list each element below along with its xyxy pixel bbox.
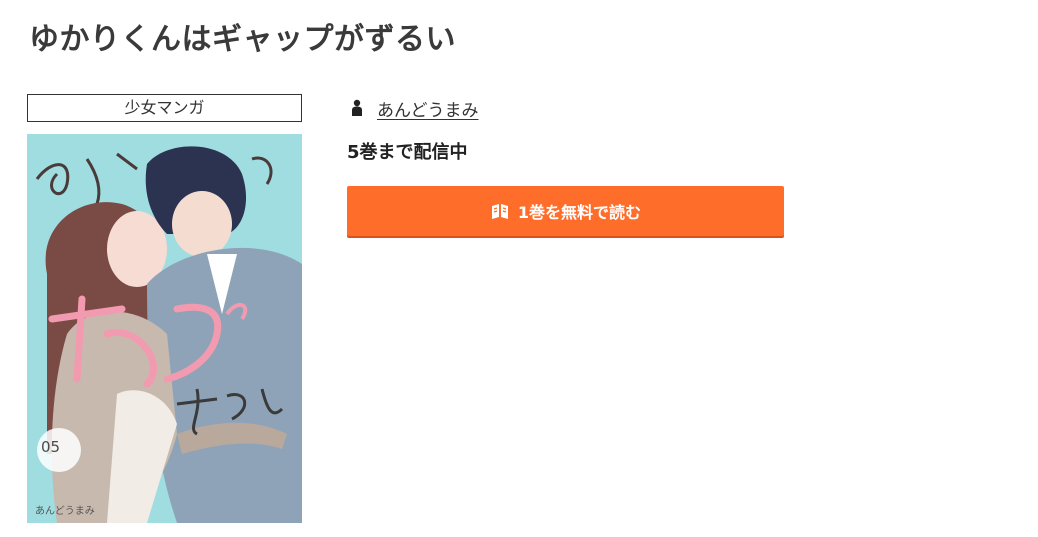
left-column: 少女マンガ 05 あんどうまみ bbox=[27, 94, 302, 523]
manga-detail-page: ゆかりくんはギャップがずるい 少女マンガ 05 あんどうまみ あんどうまみ 5巻… bbox=[0, 0, 1038, 537]
read-first-volume-free-button[interactable]: 1巻を無料で読む bbox=[347, 186, 784, 236]
page-title: ゆかりくんはギャップがずるい bbox=[29, 22, 456, 57]
author-link[interactable]: あんどうまみ bbox=[377, 96, 479, 121]
cover-volume-number: 05 bbox=[41, 438, 61, 456]
right-column: あんどうまみ 5巻まで配信中 1巻を無料で読む bbox=[347, 94, 784, 236]
person-icon bbox=[352, 99, 362, 116]
read-button-label: 1巻を無料で読む bbox=[517, 203, 642, 222]
cover-illustration bbox=[27, 134, 302, 523]
availability-text: 5巻まで配信中 bbox=[347, 142, 468, 163]
cover-image[interactable]: 05 あんどうまみ bbox=[27, 134, 302, 523]
genre-tag[interactable]: 少女マンガ bbox=[27, 94, 302, 122]
open-book-icon bbox=[491, 204, 508, 219]
author-row: あんどうまみ bbox=[347, 94, 784, 122]
cover-author-caption: あんどうまみ bbox=[35, 506, 95, 517]
